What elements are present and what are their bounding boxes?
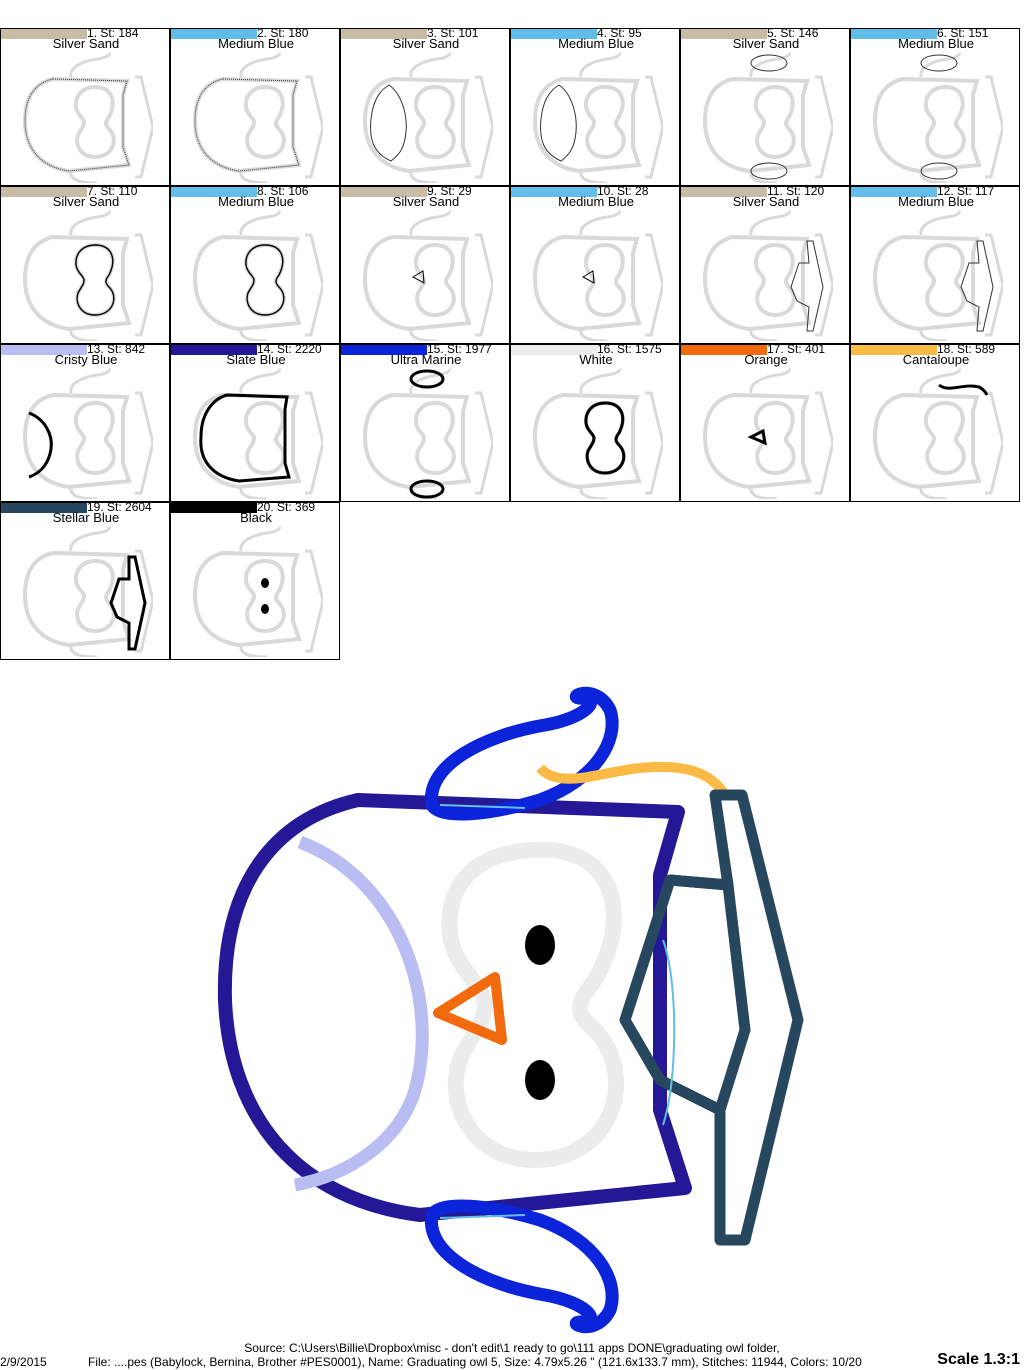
eye-top [525,925,555,965]
color-step-cell: 7. St: 110 Silver Sand [0,186,170,344]
step-thumbnail [702,209,833,341]
step-thumbnail [22,51,153,183]
grad-cap [619,789,804,1246]
date: 2/9/2015 [0,1355,47,1369]
cheek-arc [293,835,429,1192]
color-step-cell: 16. St: 1575 White [510,344,680,502]
design-preview [217,686,804,1334]
step-thumbnail [22,209,153,341]
step-thumbnail [872,367,1003,499]
color-step-cell: 11. St: 120 Silver Sand [680,186,850,344]
color-step-cell: 13. St: 842 Cristy Blue [0,344,170,502]
color-step-cell: 6. St: 151 Medium Blue [850,28,1020,186]
step-thumbnail [192,209,323,341]
eye-bottom [525,1060,555,1100]
color-step-cell: 3. St: 101 Silver Sand [340,28,510,186]
color-step-cell: 18. St: 589 Cantaloupe [850,344,1020,502]
color-step-cell: 17. St: 401 Orange [680,344,850,502]
color-step-cell: 15. St: 1977 Ultra Marine [340,344,510,502]
file-info: File: ....pes (Babylock, Bernina, Brothe… [88,1356,862,1369]
color-step-cell: 1. St: 184 Silver Sand [0,28,170,186]
step-thumbnail [532,367,663,499]
color-step-cell: 9. St: 29 Silver Sand [340,186,510,344]
color-step-cell: 12. St: 117 Medium Blue [850,186,1020,344]
step-thumbnail [362,367,493,499]
step-thumbnail [532,51,663,183]
step-thumbnail [362,51,493,183]
scale: Scale 1.3:1 [935,1351,1020,1369]
color-step-cell: 10. St: 28 Medium Blue [510,186,680,344]
source-path: Source: C:\Users\Billie\Dropbox\misc - d… [244,1341,780,1355]
step-thumbnail [192,51,323,183]
step-thumbnail [22,367,153,499]
color-step-cell: 4. St: 95 Medium Blue [510,28,680,186]
color-step-cell: 19. St: 2604 Stellar Blue [0,502,170,660]
color-step-cell: 5. St: 146 Silver Sand [680,28,850,186]
step-thumbnail [192,525,323,657]
step-thumbnail [872,209,1003,341]
top-wing [425,686,619,821]
color-step-cell: 20. St: 369 Black [170,502,340,660]
bottom-wing [425,1199,619,1334]
eye-ring [441,841,625,1169]
step-thumbnail [22,525,153,657]
step-thumbnail [702,51,833,183]
step-thumbnail [702,367,833,499]
step-thumbnail [872,51,1003,183]
color-step-cell: 8. St: 106 Medium Blue [170,186,340,344]
color-step-cell: 14. St: 2220 Slate Blue [170,344,340,502]
step-thumbnail [362,209,493,341]
step-thumbnail [532,209,663,341]
step-thumbnail [192,367,323,499]
color-step-cell: 2. St: 180 Medium Blue [170,28,340,186]
